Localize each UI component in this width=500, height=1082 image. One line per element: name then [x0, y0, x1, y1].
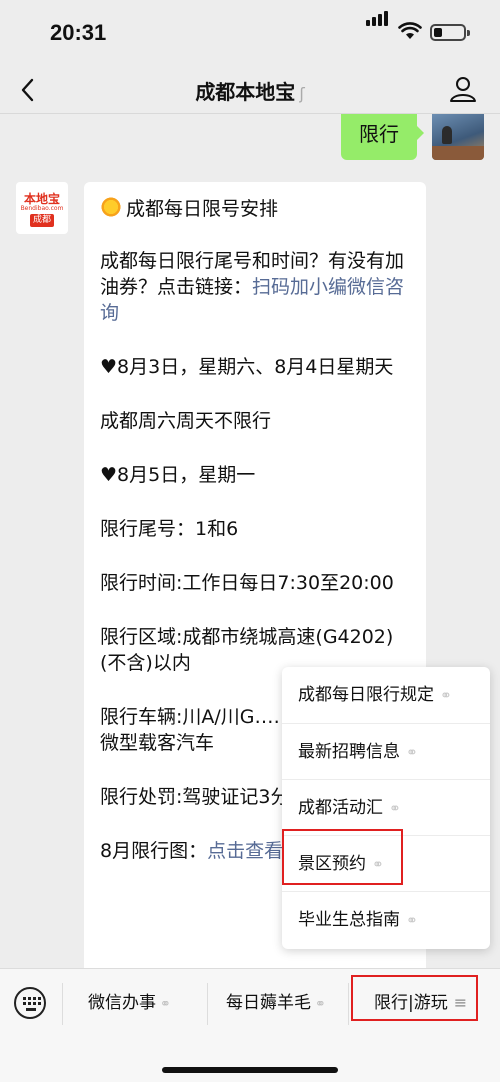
menu-item-events[interactable]: 成都活动汇 ⚭: [282, 779, 490, 835]
divider: [62, 983, 63, 1025]
menu-item-label: 最新招聘信息: [298, 742, 400, 762]
sun-icon: [100, 196, 122, 218]
home-indicator: [162, 1067, 338, 1073]
divider: [207, 983, 208, 1025]
menu-item-restriction-rules[interactable]: 成都每日限行规定 ⚭: [282, 667, 490, 723]
avatar-logo-city: 成都: [30, 214, 54, 227]
bot-avatar[interactable]: 本地宝 Bendibao.com 成都: [16, 182, 68, 234]
heading-text: 成都每日限号安排: [126, 198, 279, 220]
ear-mode-icon: ʃ: [299, 84, 305, 103]
paragraph-text: 8月限行图：: [100, 840, 208, 862]
user-avatar[interactable]: [432, 114, 484, 160]
submenu-popup: 成都每日限行规定 ⚭ 最新招聘信息 ⚭ 成都活动汇 ⚭ 景区预约 ⚭ 毕业生总指南 ⚭: [282, 667, 490, 949]
message-heading: 成都每日限号安排: [100, 196, 410, 222]
keyboard-icon[interactable]: [14, 987, 46, 1019]
link-icon: ⚭: [389, 801, 401, 817]
profile-icon[interactable]: [448, 74, 478, 104]
message-paragraph: 成都每日限行尾号和时间？有没有加油券？点击链接：扫码加小编微信咨询: [100, 248, 410, 326]
menu-item-label: 成都活动汇: [298, 798, 383, 818]
view-map-link[interactable]: 点击查看: [207, 840, 283, 862]
message-paragraph: 成都周六周天不限行: [100, 410, 272, 432]
menu-item-label: 毕业生总指南: [298, 910, 400, 930]
divider: [348, 983, 349, 1025]
message-paragraph: 限行尾号：1和6: [100, 518, 239, 540]
link-icon: ⚭: [160, 997, 171, 1012]
outgoing-message[interactable]: 限行: [341, 114, 424, 160]
link-icon: ⚭: [440, 688, 452, 704]
status-time: 20:31: [50, 20, 107, 45]
menu-item-label: 成都每日限行规定: [298, 685, 434, 705]
chat-title: 成都本地宝 ʃ: [0, 76, 500, 105]
menu-item-graduate-guide[interactable]: 毕业生总指南 ⚭: [282, 891, 490, 947]
highlight-box-tab: [351, 975, 478, 1021]
tab-label: 每日薅羊毛: [226, 993, 311, 1013]
chat-title-text: 成都本地宝: [195, 80, 296, 104]
message-paragraph: ♥8月5日，星期一: [100, 464, 256, 486]
status-bar: 20:31: [0, 0, 500, 66]
link-icon: ⚭: [315, 997, 326, 1012]
message-paragraph: ♥8月3日，星期六、8月4日星期天: [100, 356, 394, 378]
link-icon: ⚭: [406, 913, 418, 929]
menu-item-jobs[interactable]: 最新招聘信息 ⚭: [282, 723, 490, 779]
message-paragraph: 限行时间:工作日每日7:30至20:00: [100, 572, 394, 594]
tab-label: 微信办事: [88, 993, 156, 1013]
wifi-icon: [398, 22, 422, 39]
link-icon: ⚭: [406, 745, 418, 761]
avatar-logo-url: Bendibao.com: [20, 205, 64, 212]
highlight-box-scenic: [282, 829, 403, 885]
battery-icon: [430, 24, 470, 41]
menu-tab-daily-deals[interactable]: 每日薅羊毛 ⚭: [226, 989, 326, 1019]
nav-bar: 成都本地宝 ʃ: [0, 66, 500, 114]
menu-tab-wechat-services[interactable]: 微信办事 ⚭: [88, 989, 171, 1019]
